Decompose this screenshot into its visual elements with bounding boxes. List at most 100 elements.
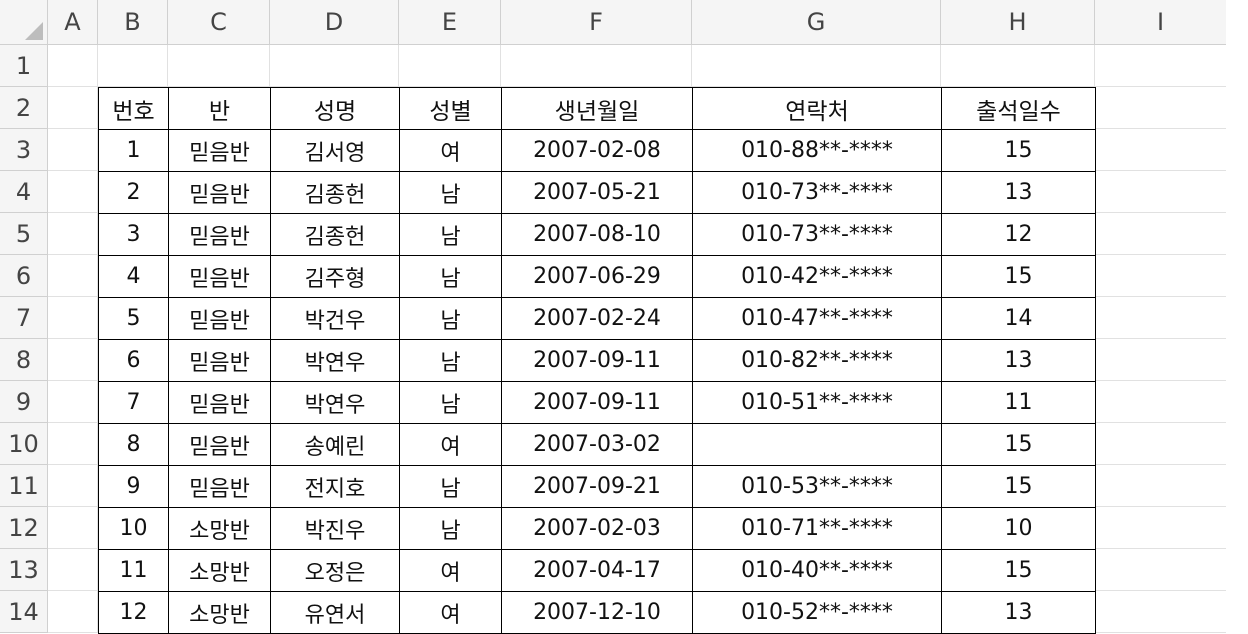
- cell-d5[interactable]: 김종헌: [270, 213, 400, 256]
- cell-b11[interactable]: 9: [98, 465, 169, 508]
- cell-a9[interactable]: [48, 381, 98, 423]
- cell-g10[interactable]: [692, 423, 942, 466]
- cell-e14[interactable]: 여: [399, 591, 502, 634]
- row-header-13[interactable]: 13: [0, 549, 48, 591]
- row-header-10[interactable]: 10: [0, 423, 48, 465]
- row-header-7[interactable]: 7: [0, 297, 48, 339]
- cell-d2[interactable]: 성명: [270, 87, 400, 130]
- cell-c13[interactable]: 소망반: [168, 549, 271, 592]
- cell-a10[interactable]: [48, 423, 98, 465]
- cell-b10[interactable]: 8: [98, 423, 169, 466]
- cell-e13[interactable]: 여: [399, 549, 502, 592]
- row-header-8[interactable]: 8: [0, 339, 48, 381]
- row-header-3[interactable]: 3: [0, 129, 48, 171]
- column-header-i[interactable]: I: [1095, 0, 1226, 45]
- cell-g4[interactable]: 010-73**-****: [692, 171, 942, 214]
- cell-c8[interactable]: 믿음반: [168, 339, 271, 382]
- column-header-a[interactable]: A: [48, 0, 98, 45]
- cell-e11[interactable]: 남: [399, 465, 502, 508]
- row-header-12[interactable]: 12: [0, 507, 48, 549]
- cell-i4[interactable]: [1095, 171, 1226, 213]
- cell-a13[interactable]: [48, 549, 98, 591]
- row-header-4[interactable]: 4: [0, 171, 48, 213]
- select-all-corner[interactable]: [0, 0, 48, 45]
- cell-i7[interactable]: [1095, 297, 1226, 339]
- cell-g8[interactable]: 010-82**-****: [692, 339, 942, 382]
- cell-i8[interactable]: [1095, 339, 1226, 381]
- cell-h6[interactable]: 15: [941, 255, 1096, 298]
- cell-c4[interactable]: 믿음반: [168, 171, 271, 214]
- cell-e12[interactable]: 남: [399, 507, 502, 550]
- cell-c6[interactable]: 믿음반: [168, 255, 271, 298]
- cell-f3[interactable]: 2007-02-08: [501, 129, 693, 172]
- cell-d10[interactable]: 송예린: [270, 423, 400, 466]
- cell-a3[interactable]: [48, 129, 98, 171]
- cell-d1[interactable]: [270, 45, 399, 87]
- cell-g14[interactable]: 010-52**-****: [692, 591, 942, 634]
- row-header-5[interactable]: 5: [0, 213, 48, 255]
- cell-a4[interactable]: [48, 171, 98, 213]
- column-header-c[interactable]: C: [168, 0, 270, 45]
- cell-e3[interactable]: 여: [399, 129, 502, 172]
- column-header-h[interactable]: H: [941, 0, 1095, 45]
- cell-i11[interactable]: [1095, 465, 1226, 507]
- cell-h3[interactable]: 15: [941, 129, 1096, 172]
- cell-h10[interactable]: 15: [941, 423, 1096, 466]
- cell-i1[interactable]: [1095, 45, 1226, 87]
- cell-d6[interactable]: 김주형: [270, 255, 400, 298]
- cell-g1[interactable]: [692, 45, 941, 87]
- cell-g6[interactable]: 010-42**-****: [692, 255, 942, 298]
- cell-f12[interactable]: 2007-02-03: [501, 507, 693, 550]
- cell-i12[interactable]: [1095, 507, 1226, 549]
- cell-i10[interactable]: [1095, 423, 1226, 465]
- cell-d13[interactable]: 오정은: [270, 549, 400, 592]
- cell-d7[interactable]: 박건우: [270, 297, 400, 340]
- cell-h12[interactable]: 10: [941, 507, 1096, 550]
- cell-b8[interactable]: 6: [98, 339, 169, 382]
- cell-a14[interactable]: [48, 591, 98, 633]
- cell-f4[interactable]: 2007-05-21: [501, 171, 693, 214]
- cell-e6[interactable]: 남: [399, 255, 502, 298]
- cell-c14[interactable]: 소망반: [168, 591, 271, 634]
- cell-c9[interactable]: 믿음반: [168, 381, 271, 424]
- cell-h13[interactable]: 15: [941, 549, 1096, 592]
- cell-b13[interactable]: 11: [98, 549, 169, 592]
- cell-g9[interactable]: 010-51**-****: [692, 381, 942, 424]
- cell-f1[interactable]: [501, 45, 692, 87]
- cell-g7[interactable]: 010-47**-****: [692, 297, 942, 340]
- cell-f13[interactable]: 2007-04-17: [501, 549, 693, 592]
- column-header-b[interactable]: B: [98, 0, 168, 45]
- row-header-11[interactable]: 11: [0, 465, 48, 507]
- cell-i9[interactable]: [1095, 381, 1226, 423]
- cell-d4[interactable]: 김종헌: [270, 171, 400, 214]
- cell-d11[interactable]: 전지호: [270, 465, 400, 508]
- cell-h1[interactable]: [941, 45, 1095, 87]
- cell-g5[interactable]: 010-73**-****: [692, 213, 942, 256]
- cell-c7[interactable]: 믿음반: [168, 297, 271, 340]
- cell-h4[interactable]: 13: [941, 171, 1096, 214]
- cell-h11[interactable]: 15: [941, 465, 1096, 508]
- cell-h14[interactable]: 13: [941, 591, 1096, 634]
- cell-b14[interactable]: 12: [98, 591, 169, 634]
- cell-i3[interactable]: [1095, 129, 1226, 171]
- cell-b1[interactable]: [98, 45, 168, 87]
- cell-g13[interactable]: 010-40**-****: [692, 549, 942, 592]
- cell-e10[interactable]: 여: [399, 423, 502, 466]
- cell-i13[interactable]: [1095, 549, 1226, 591]
- cell-d3[interactable]: 김서영: [270, 129, 400, 172]
- cell-a2[interactable]: [48, 87, 98, 129]
- cell-g12[interactable]: 010-71**-****: [692, 507, 942, 550]
- cell-f7[interactable]: 2007-02-24: [501, 297, 693, 340]
- cell-a5[interactable]: [48, 213, 98, 255]
- cell-d14[interactable]: 유연서: [270, 591, 400, 634]
- cell-b9[interactable]: 7: [98, 381, 169, 424]
- cell-c3[interactable]: 믿음반: [168, 129, 271, 172]
- cell-b6[interactable]: 4: [98, 255, 169, 298]
- cell-b12[interactable]: 10: [98, 507, 169, 550]
- cell-c10[interactable]: 믿음반: [168, 423, 271, 466]
- cell-a7[interactable]: [48, 297, 98, 339]
- cell-e1[interactable]: [399, 45, 501, 87]
- column-header-e[interactable]: E: [399, 0, 501, 45]
- cell-a11[interactable]: [48, 465, 98, 507]
- cell-d9[interactable]: 박연우: [270, 381, 400, 424]
